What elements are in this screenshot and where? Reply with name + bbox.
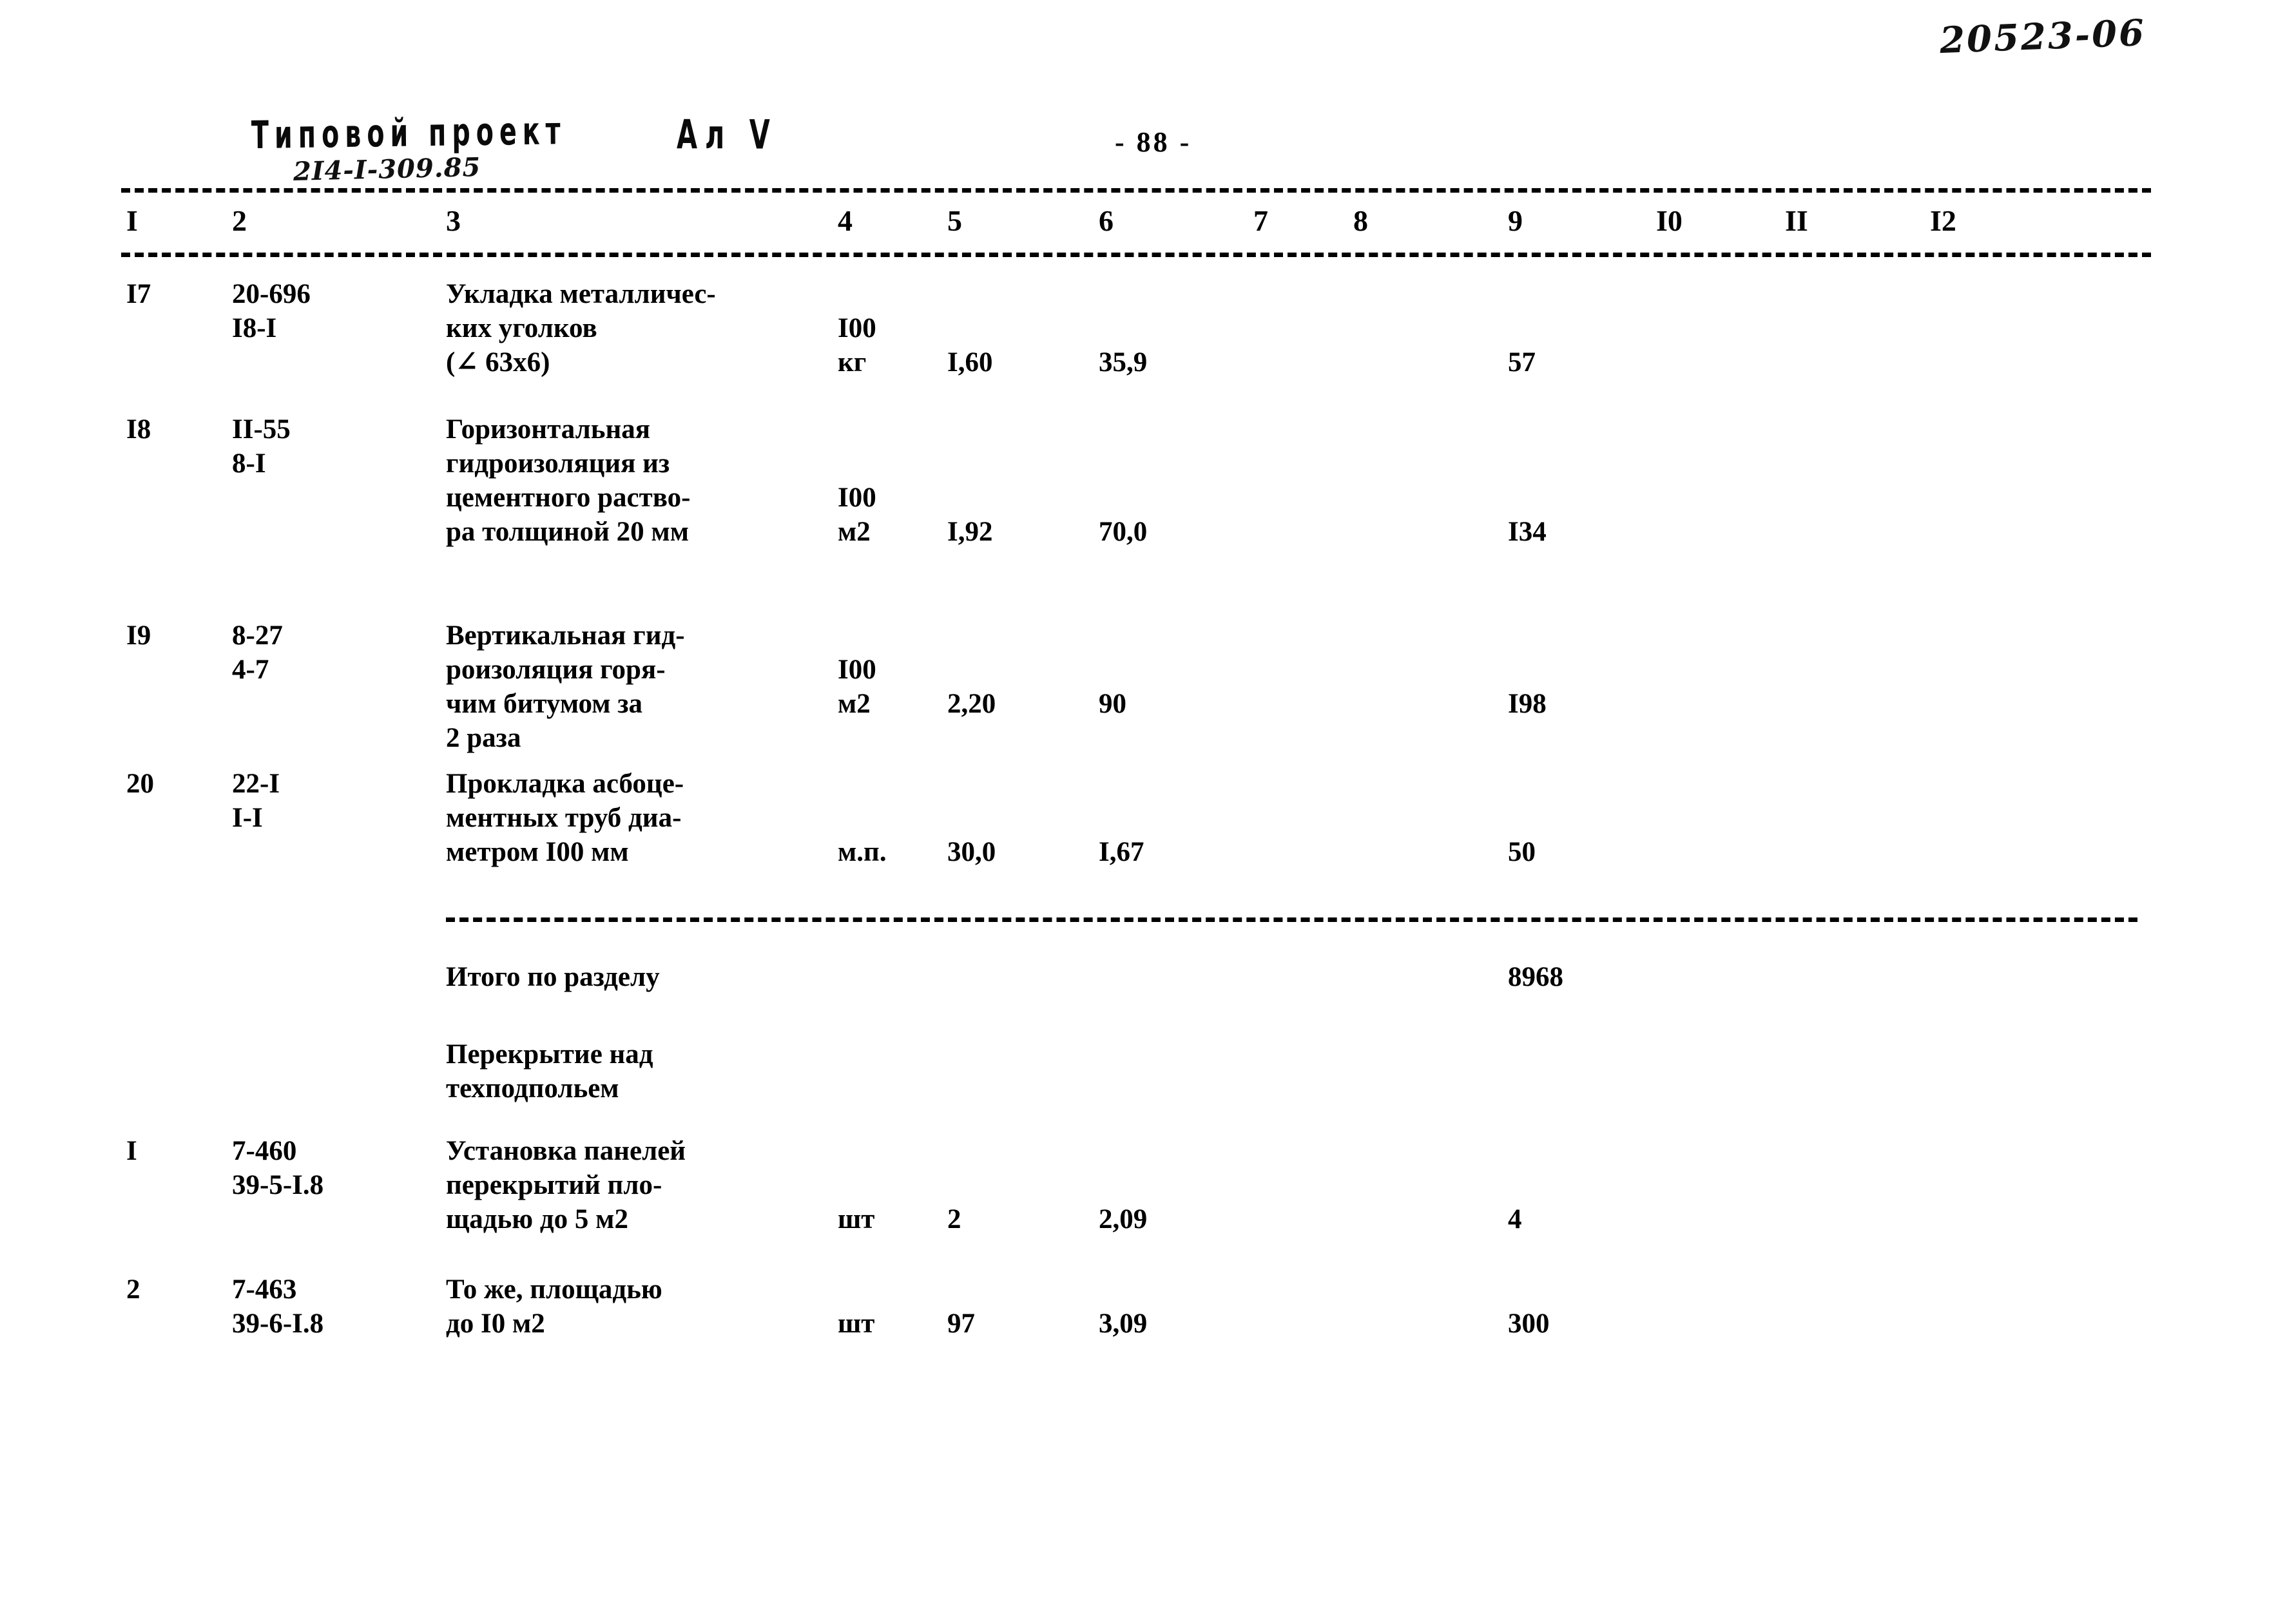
column-header-10: I0 [1656, 204, 1683, 237]
row-total: I34 [1508, 517, 1547, 547]
row-unit: I00 кг [838, 313, 876, 378]
album-label-handwritten: Ал V [677, 111, 778, 158]
row-unit: шт [838, 1309, 875, 1339]
row-quantity: I,92 [947, 517, 993, 547]
row-number: I9 [126, 620, 151, 651]
row-code: 7-460 39-5-I.8 [232, 1136, 324, 1200]
subtotal-label: Итого по разделу [446, 962, 660, 992]
row-code: II-55 8-I [232, 414, 291, 479]
row-total: 4 [1508, 1204, 1522, 1234]
column-header-5: 5 [947, 204, 962, 237]
project-label-handwritten: Типовой проект [251, 109, 566, 158]
row-number: 20 [126, 769, 154, 799]
row-total: 50 [1508, 837, 1536, 867]
row-description: Прокладка асбоце- ментных труб диа- метр… [446, 769, 684, 867]
row-number: I8 [126, 414, 151, 445]
row-total: I98 [1508, 689, 1547, 719]
row-quantity: 2 [947, 1204, 961, 1234]
row-code: 8-27 4-7 [232, 620, 283, 685]
row-unit: I00 м2 [838, 483, 876, 547]
document-page: 20523-06 Типовой проект 2I4-I-309.85 Ал … [0, 0, 2296, 1603]
subtotal-value: 8968 [1508, 962, 1563, 992]
table-top-rule [121, 188, 2151, 193]
column-header-9: 9 [1508, 204, 1523, 237]
row-quantity: 2,20 [947, 689, 996, 719]
column-header-3: 3 [446, 204, 461, 237]
row-total: 300 [1508, 1309, 1550, 1339]
table-header-rule [121, 253, 2151, 257]
column-header-2: 2 [232, 204, 247, 237]
column-header-7: 7 [1253, 204, 1268, 237]
row-unit: I00 м2 [838, 655, 876, 719]
section-heading-text: Перекрытие над техподпольем [446, 1039, 653, 1104]
column-header-12: I2 [1930, 204, 1956, 237]
row-description: Установка панелей перекрытий пло- щадью … [446, 1136, 686, 1234]
column-header-11: II [1785, 204, 1808, 237]
row-number: 2 [126, 1274, 140, 1305]
column-header-1: I [126, 204, 138, 237]
column-header-8: 8 [1353, 204, 1368, 237]
row-quantity: 97 [947, 1309, 975, 1339]
row-price: 3,09 [1099, 1309, 1148, 1339]
row-price: I,67 [1099, 837, 1144, 867]
row-price: 90 [1099, 689, 1126, 719]
row-number: I7 [126, 279, 151, 309]
row-description: Горизонтальная гидроизоляция из цементно… [446, 414, 691, 547]
row-code: 22-I I-I [232, 769, 280, 833]
subtotal-rule [446, 917, 2137, 922]
row-description: Укладка металличес- ких уголков (∠ 63х6) [446, 279, 716, 378]
row-quantity: I,60 [947, 347, 993, 378]
column-header-4: 4 [838, 204, 853, 237]
row-price: 35,9 [1099, 347, 1148, 378]
row-code: 20-696 I8-I [232, 279, 311, 343]
archive-number-handwritten: 20523-06 [1938, 11, 2147, 62]
row-price: 70,0 [1099, 517, 1148, 547]
page-number: - 88 - [1115, 126, 1192, 158]
row-total: 57 [1508, 347, 1536, 378]
row-description: Вертикальная гид- роизоляция горя- чим б… [446, 620, 685, 753]
row-unit: м.п. [838, 837, 887, 867]
row-description: То же, площадью до I0 м2 [446, 1274, 662, 1339]
project-code-handwritten: 2I4-I-309.85 [293, 151, 481, 187]
row-price: 2,09 [1099, 1204, 1148, 1234]
row-number: I [126, 1136, 137, 1166]
column-header-6: 6 [1099, 204, 1114, 237]
row-code: 7-463 39-6-I.8 [232, 1274, 324, 1339]
row-unit: шт [838, 1204, 875, 1234]
row-quantity: 30,0 [947, 837, 996, 867]
